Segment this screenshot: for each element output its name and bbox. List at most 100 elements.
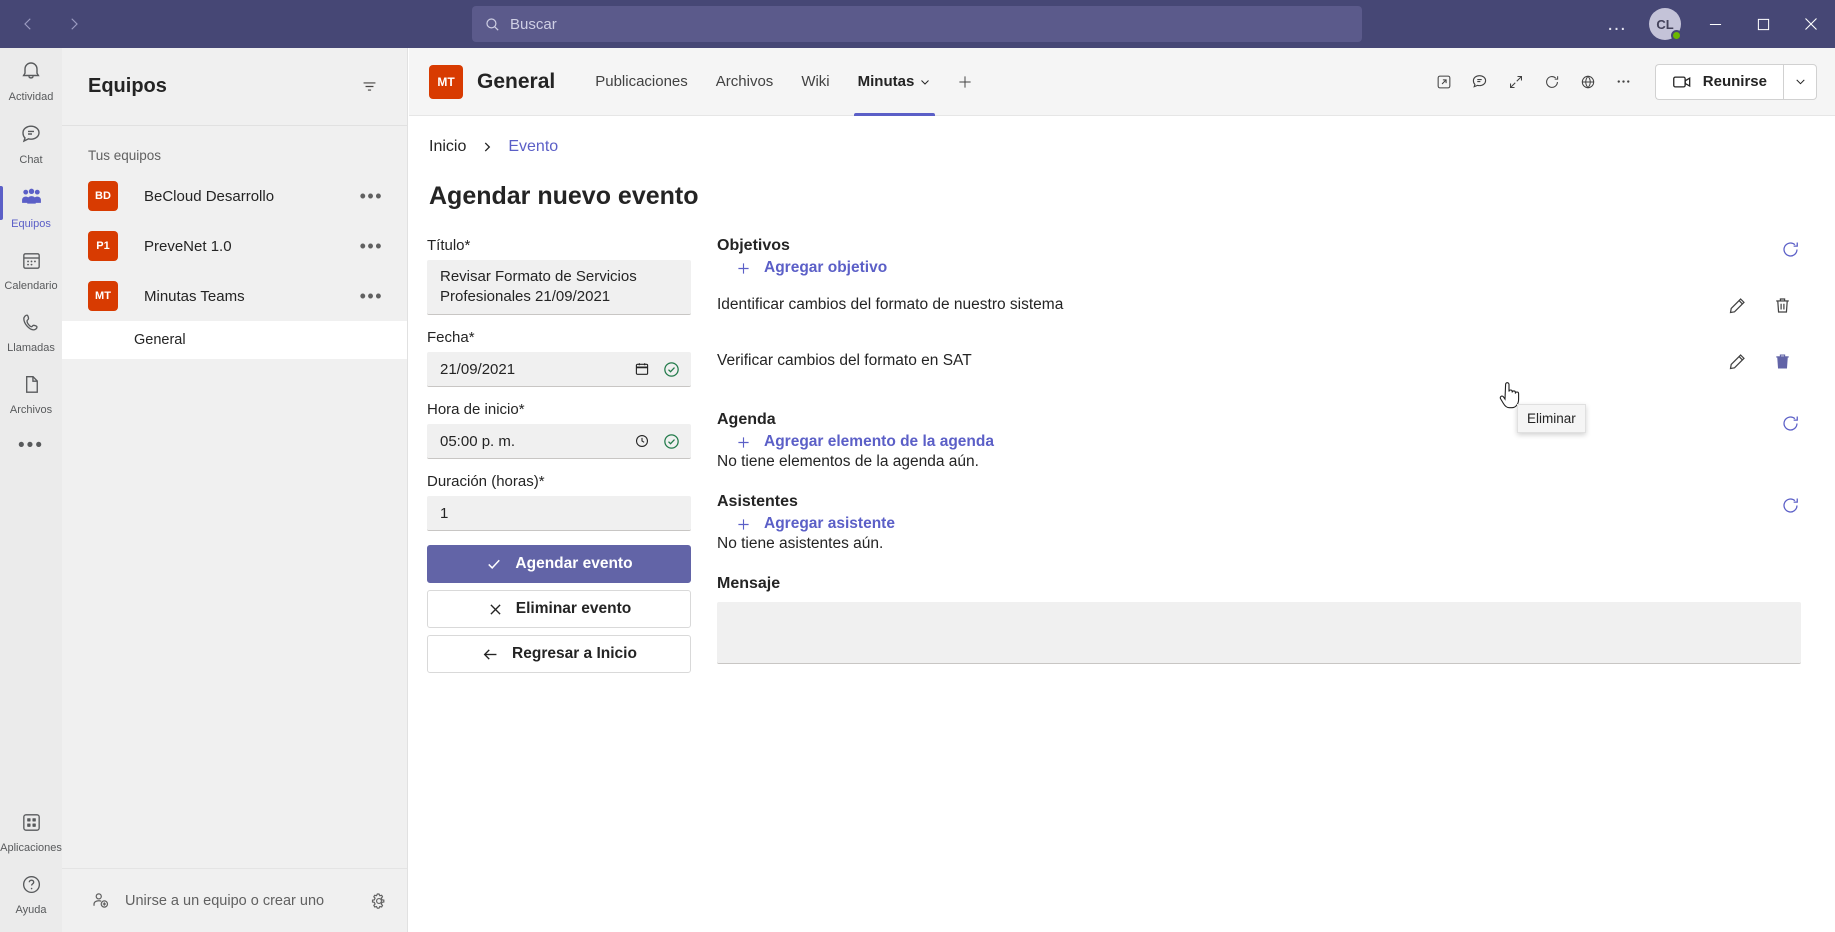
back-icon[interactable] <box>8 4 48 44</box>
sidebar-item-llamadas[interactable]: Llamadas <box>0 300 62 362</box>
tab-label: Archivos <box>715 73 774 90</box>
breadcrumb-inicio[interactable]: Inicio <box>429 138 466 156</box>
sidebar-item-chat[interactable]: Chat <box>0 111 62 174</box>
chat-bubble-icon[interactable] <box>1463 65 1497 99</box>
asistentes-empty-note: No tiene asistentes aún. <box>717 535 884 552</box>
sidebar-item-equipos[interactable]: Equipos <box>0 174 62 238</box>
sidebar-item-ayuda[interactable]: Ayuda <box>0 862 62 924</box>
team-avatar: P1 <box>88 231 118 261</box>
more-options-icon[interactable]: … <box>1595 0 1639 48</box>
objetivo-actions <box>1727 295 1801 316</box>
agregar-objetivo-button[interactable]: Agregar objetivo <box>735 259 887 277</box>
mensaje-textarea[interactable] <box>717 602 1801 664</box>
refresh-circle-icon[interactable] <box>1780 493 1801 516</box>
add-link-label: Agregar objetivo <box>764 259 888 276</box>
team-avatar: MT <box>88 281 118 311</box>
mensaje-section: Mensaje <box>717 575 1801 664</box>
gear-icon[interactable] <box>369 891 389 911</box>
team-row[interactable]: BD BeCloud Desarrollo ••• <box>62 171 407 221</box>
trash-icon[interactable] <box>1772 295 1793 316</box>
team-row[interactable]: P1 PreveNet 1.0 ••• <box>62 221 407 271</box>
chat-icon <box>19 122 43 151</box>
meet-button-group: Reunirse <box>1654 63 1817 100</box>
agenda-empty-note: No tiene elementos de la agenda aún. <box>717 453 979 470</box>
sidebar-item-archivos[interactable]: Archivos <box>0 362 62 424</box>
team-row[interactable]: MT Minutas Teams ••• <box>62 271 407 321</box>
check-circle-icon <box>662 432 681 451</box>
tab-wiki[interactable]: Wiki <box>787 48 843 116</box>
team-name: PreveNet 1.0 <box>144 237 232 255</box>
add-tab-icon[interactable] <box>945 48 985 116</box>
team-more-icon[interactable]: ••• <box>354 236 389 257</box>
page-heading: Agendar nuevo evento <box>429 182 699 210</box>
pencil-icon[interactable] <box>1727 351 1748 372</box>
pencil-icon[interactable] <box>1727 295 1748 316</box>
calendar-icon[interactable] <box>634 361 650 377</box>
refresh-circle-icon[interactable] <box>1780 237 1801 260</box>
sidebar-item-label: Calendario <box>4 280 58 292</box>
hora-value: 05:00 p. m. <box>440 432 516 450</box>
plus-icon <box>735 434 752 451</box>
teams-list-panel: Equipos Tus equipos BD BeCloud Desarroll… <box>62 48 408 932</box>
forward-icon[interactable] <box>54 4 94 44</box>
hora-input[interactable]: 05:00 p. m. <box>427 424 691 459</box>
fecha-input[interactable]: 21/09/2021 <box>427 352 691 387</box>
add-people-icon[interactable] <box>90 890 111 911</box>
button-label: Agendar evento <box>515 555 633 572</box>
close-button[interactable] <box>1787 0 1835 48</box>
presence-indicator <box>1671 30 1682 41</box>
refresh-circle-icon[interactable] <box>1780 411 1801 434</box>
sidebar-item-aplicaciones[interactable]: Aplicaciones <box>0 800 62 862</box>
agenda-header: Agenda Agregar elemento de la agenda <box>717 411 1801 451</box>
section-title: Agenda <box>717 411 776 428</box>
field-label-hora: Hora de inicio* <box>427 401 525 418</box>
chevron-down-icon[interactable] <box>919 76 931 88</box>
avatar[interactable]: CL <box>1649 8 1682 41</box>
tab-publicaciones[interactable]: Publicaciones <box>581 48 702 116</box>
channel-row-general[interactable]: General <box>62 321 407 359</box>
minimize-button[interactable] <box>1691 0 1739 48</box>
expand-diagonal-icon[interactable] <box>1499 65 1533 99</box>
regresar-inicio-button[interactable]: Regresar a Inicio <box>427 635 691 673</box>
agregar-agenda-button[interactable]: Agregar elemento de la agenda <box>735 433 994 451</box>
tab-minutas[interactable]: Minutas <box>844 48 946 116</box>
trash-icon[interactable] <box>1772 351 1793 372</box>
maximize-button[interactable] <box>1739 0 1787 48</box>
sidebar-item-actividad[interactable]: Actividad <box>0 48 62 111</box>
list-item: Verificar cambios del formato en SAT <box>717 333 1801 389</box>
sidebar-item-label: Actividad <box>8 91 54 103</box>
rail-more-icon[interactable]: ••• <box>0 424 62 468</box>
tab-label: Minutas <box>857 73 915 90</box>
refresh-icon[interactable] <box>1535 65 1569 99</box>
duracion-input[interactable]: 1 <box>427 496 691 531</box>
agregar-asistente-button[interactable]: Agregar asistente <box>735 515 895 533</box>
team-more-icon[interactable]: ••• <box>354 186 389 207</box>
filter-icon[interactable] <box>353 71 385 103</box>
tab-archivos[interactable]: Archivos <box>702 48 788 116</box>
eliminar-evento-button[interactable]: Eliminar evento <box>427 590 691 628</box>
titulo-value: Revisar Formato de Servicios Profesional… <box>440 268 637 305</box>
left-app-rail: Actividad Chat Equipos Calendario Llamad <box>0 48 62 932</box>
join-team-label[interactable]: Unirse a un equipo o crear uno <box>125 893 355 909</box>
search-input[interactable]: Buscar <box>472 6 1362 42</box>
team-more-icon[interactable]: ••• <box>354 286 389 307</box>
add-link-label: Agregar asistente <box>764 515 895 532</box>
sidebar-item-label: Llamadas <box>7 342 55 354</box>
asistentes-header: Asistentes Agregar asistente <box>717 493 1801 533</box>
video-camera-icon <box>1672 74 1693 90</box>
apps-icon <box>20 811 43 839</box>
meet-dropdown-caret[interactable] <box>1783 63 1817 100</box>
sidebar-item-calendario[interactable]: Calendario <box>0 238 62 300</box>
objetivo-actions <box>1727 351 1801 372</box>
breadcrumb-evento[interactable]: Evento <box>508 138 558 156</box>
open-in-new-icon[interactable] <box>1427 65 1461 99</box>
team-avatar: BD <box>88 181 118 211</box>
close-x-icon <box>487 601 504 618</box>
globe-icon[interactable] <box>1571 65 1605 99</box>
meet-button[interactable]: Reunirse <box>1654 63 1783 100</box>
sidebar-item-label: Chat <box>19 154 43 166</box>
agendar-evento-button[interactable]: Agendar evento <box>427 545 691 583</box>
clock-icon[interactable] <box>634 433 650 449</box>
more-horizontal-icon[interactable] <box>1607 65 1641 99</box>
titulo-input[interactable]: Revisar Formato de Servicios Profesional… <box>427 260 691 315</box>
